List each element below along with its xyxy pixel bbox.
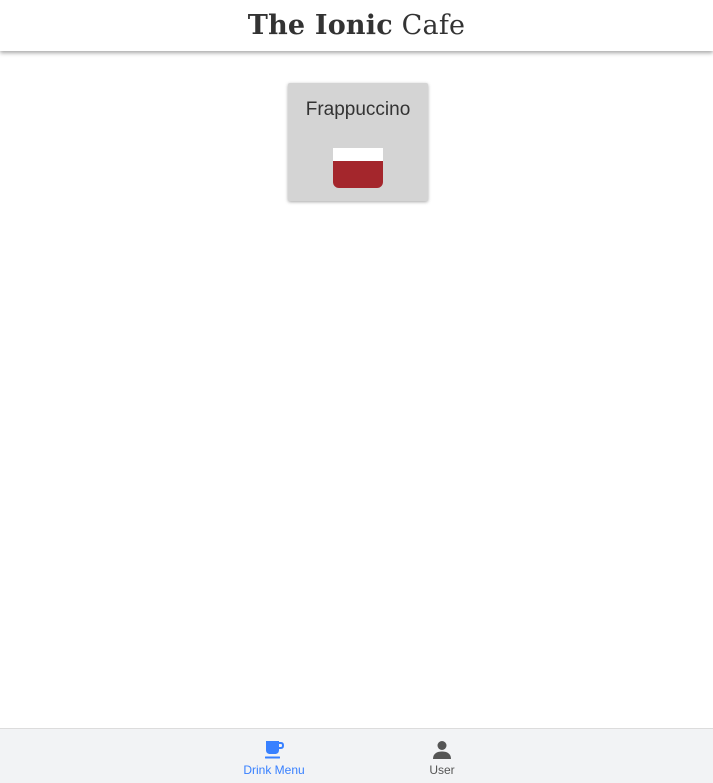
drink-card-frappuccino[interactable]: Frappuccino — [288, 83, 428, 201]
cup-top-layer — [333, 148, 383, 161]
page-title: The Ionic Cafe — [248, 10, 465, 41]
tab-user-label: User — [429, 763, 455, 777]
title-light: Cafe — [401, 10, 466, 41]
drink-menu-content: Frappuccino — [0, 51, 713, 728]
tab-drink-menu-label: Drink Menu — [243, 763, 305, 777]
person-icon — [433, 741, 451, 759]
title-bold: The Ionic — [247, 10, 393, 41]
tab-user[interactable]: User — [387, 729, 497, 783]
app-root: The Ionic Cafe Frappuccino Drink Menu Us… — [0, 0, 713, 783]
cup-icon — [333, 148, 383, 188]
coffee-cup-icon — [265, 741, 285, 759]
tab-drink-menu[interactable]: Drink Menu — [219, 729, 329, 783]
tab-bar: Drink Menu User — [0, 728, 713, 783]
drink-name: Frappuccino — [305, 99, 411, 120]
header-toolbar: The Ionic Cafe — [0, 0, 713, 51]
